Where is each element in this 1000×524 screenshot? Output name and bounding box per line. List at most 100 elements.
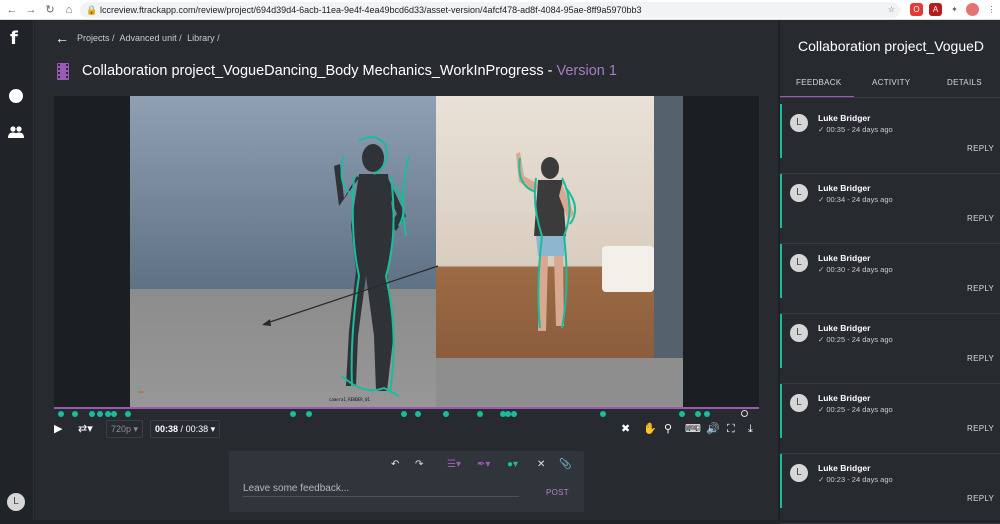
timeline-note-marker[interactable]: [58, 411, 64, 417]
post-button[interactable]: POST: [546, 488, 569, 497]
feedback-note[interactable]: L Luke Bridger ✓ 00:25 - 24 days ago REP…: [780, 384, 1000, 454]
reply-button[interactable]: REPLY: [967, 144, 994, 153]
pen-icon[interactable]: ✒▾: [477, 459, 490, 471]
time-separator: /: [180, 424, 184, 434]
time-display[interactable]: 00:38 / 00:38 ▾: [150, 420, 221, 438]
volume-icon[interactable]: 🔊: [706, 422, 720, 436]
note-author: Luke Bridger: [818, 183, 871, 193]
star-icon[interactable]: ☆: [885, 3, 898, 16]
version-label[interactable]: Version 1: [556, 63, 616, 79]
circle-icon[interactable]: [9, 89, 23, 103]
back-icon[interactable]: ←: [5, 3, 19, 17]
feedback-input[interactable]: [243, 481, 519, 497]
note-accent-bar: [780, 384, 782, 438]
feedback-note[interactable]: L Luke Bridger ✓ 00:25 - 24 days ago REP…: [780, 314, 1000, 384]
color-picker-icon[interactable]: ●▾: [507, 459, 518, 471]
timeline-note-marker[interactable]: [111, 411, 117, 417]
timeline-note-marker[interactable]: [679, 411, 685, 417]
tab-activity[interactable]: ACTIVITY: [872, 78, 910, 87]
home-icon[interactable]: ⌂: [62, 3, 76, 17]
lock-icon: 🔒: [86, 5, 98, 15]
quality-select[interactable]: 720p ▾: [106, 420, 144, 438]
note-timestamp[interactable]: ✓ 00:25 - 24 days ago: [818, 405, 893, 414]
fullscreen-icon[interactable]: ⛶: [727, 422, 735, 436]
reply-button[interactable]: REPLY: [967, 424, 994, 433]
reply-button[interactable]: REPLY: [967, 284, 994, 293]
tab-details[interactable]: DETAILS: [947, 78, 982, 87]
timeline-note-marker[interactable]: [477, 411, 483, 417]
playhead-end-marker[interactable]: [741, 410, 748, 417]
breadcrumb-projects[interactable]: Projects /: [77, 33, 115, 43]
feedback-note[interactable]: L Luke Bridger ✓ 00:30 - 24 days ago REP…: [780, 244, 1000, 314]
puzzle-icon[interactable]: ✦: [948, 3, 961, 16]
loop-icon[interactable]: ⇄▾: [78, 422, 93, 436]
couch: [602, 246, 654, 292]
timeline-note-marker[interactable]: [125, 411, 131, 417]
timeline-note-marker[interactable]: [695, 411, 701, 417]
clear-icon[interactable]: ✕: [537, 459, 545, 471]
keyboard-icon[interactable]: ⌨: [685, 422, 701, 436]
app-sidebar: f L: [0, 20, 34, 520]
feedback-note[interactable]: L Luke Bridger ✓ 00:35 - 24 days ago REP…: [780, 104, 1000, 174]
reload-icon[interactable]: ↻: [43, 3, 57, 17]
annotation-overlay[interactable]: [54, 96, 759, 407]
timeline-note-marker[interactable]: [89, 411, 95, 417]
timeline-note-marker[interactable]: [443, 411, 449, 417]
avatar: L: [790, 184, 808, 202]
avatar: L: [790, 324, 808, 342]
timeline-note-marker[interactable]: [600, 411, 606, 417]
user-avatar[interactable]: L: [7, 493, 25, 511]
redo-icon[interactable]: ↷: [415, 459, 423, 471]
note-author: Luke Bridger: [818, 253, 871, 263]
note-meta-text: 00:30 - 24 days ago: [826, 265, 893, 274]
forward-icon[interactable]: →: [24, 3, 38, 17]
timeline-note-marker[interactable]: [401, 411, 407, 417]
breadcrumb-advanced-unit[interactable]: Advanced unit /: [120, 33, 182, 43]
avatar: L: [790, 254, 808, 272]
note-author: Luke Bridger: [818, 113, 871, 123]
ftrack-logo[interactable]: f: [10, 28, 18, 49]
timeline-note-marker[interactable]: [72, 411, 78, 417]
timeline-note-marker[interactable]: [415, 411, 421, 417]
zoom-icon[interactable]: ⚲: [664, 422, 672, 436]
note-meta-text: 00:25 - 24 days ago: [826, 335, 893, 344]
attachment-icon[interactable]: 📎: [559, 459, 571, 471]
line-width-icon[interactable]: ☰▾: [447, 459, 461, 471]
note-timestamp[interactable]: ✓ 00:30 - 24 days ago: [818, 265, 893, 274]
users-icon[interactable]: [8, 126, 24, 138]
menu-icon[interactable]: ⋮: [985, 3, 998, 16]
feedback-note[interactable]: L Luke Bridger ✓ 00:23 - 24 days ago REP…: [780, 454, 1000, 524]
tab-feedback[interactable]: FEEDBACK: [796, 78, 842, 87]
timeline[interactable]: [54, 407, 759, 417]
url-text[interactable]: lccreview.ftrackapp.com/review/project/6…: [100, 5, 642, 15]
crop-icon[interactable]: ✖: [621, 422, 630, 436]
undo-icon[interactable]: ↶: [391, 459, 399, 471]
avatar: L: [790, 114, 808, 132]
breadcrumb-library[interactable]: Library /: [187, 33, 220, 43]
extension-icon[interactable]: O: [910, 3, 923, 16]
note-meta-text: 00:34 - 24 days ago: [826, 195, 893, 204]
media-viewer[interactable]: camera1_RENDER_01: [54, 96, 759, 407]
timeline-note-marker[interactable]: [97, 411, 103, 417]
feedback-note[interactable]: L Luke Bridger ✓ 00:34 - 24 days ago REP…: [780, 174, 1000, 244]
download-icon[interactable]: ⤓: [748, 422, 753, 436]
timeline-note-marker[interactable]: [511, 411, 517, 417]
timeline-note-marker[interactable]: [704, 411, 710, 417]
address-bar[interactable]: 🔒 lccreview.ftrackapp.com/review/project…: [80, 2, 900, 18]
timeline-note-marker[interactable]: [290, 411, 296, 417]
pdf-extension-icon[interactable]: A: [929, 3, 942, 16]
note-timestamp[interactable]: ✓ 00:35 - 24 days ago: [818, 125, 893, 134]
timeline-progress[interactable]: [54, 407, 759, 409]
hand-icon[interactable]: ✋: [643, 422, 657, 436]
reply-button[interactable]: REPLY: [967, 214, 994, 223]
reply-button[interactable]: REPLY: [967, 354, 994, 363]
back-arrow-icon[interactable]: ←: [55, 30, 69, 46]
play-icon[interactable]: ▶: [54, 422, 62, 436]
note-timestamp[interactable]: ✓ 00:34 - 24 days ago: [818, 195, 893, 204]
reply-button[interactable]: REPLY: [967, 494, 994, 503]
note-timestamp[interactable]: ✓ 00:25 - 24 days ago: [818, 335, 893, 344]
note-timestamp[interactable]: ✓ 00:23 - 24 days ago: [818, 475, 893, 484]
timeline-note-marker[interactable]: [306, 411, 312, 417]
panel-tabs: FEEDBACK ACTIVITY DETAILS: [780, 76, 1000, 98]
profile-avatar-icon[interactable]: [966, 3, 979, 16]
